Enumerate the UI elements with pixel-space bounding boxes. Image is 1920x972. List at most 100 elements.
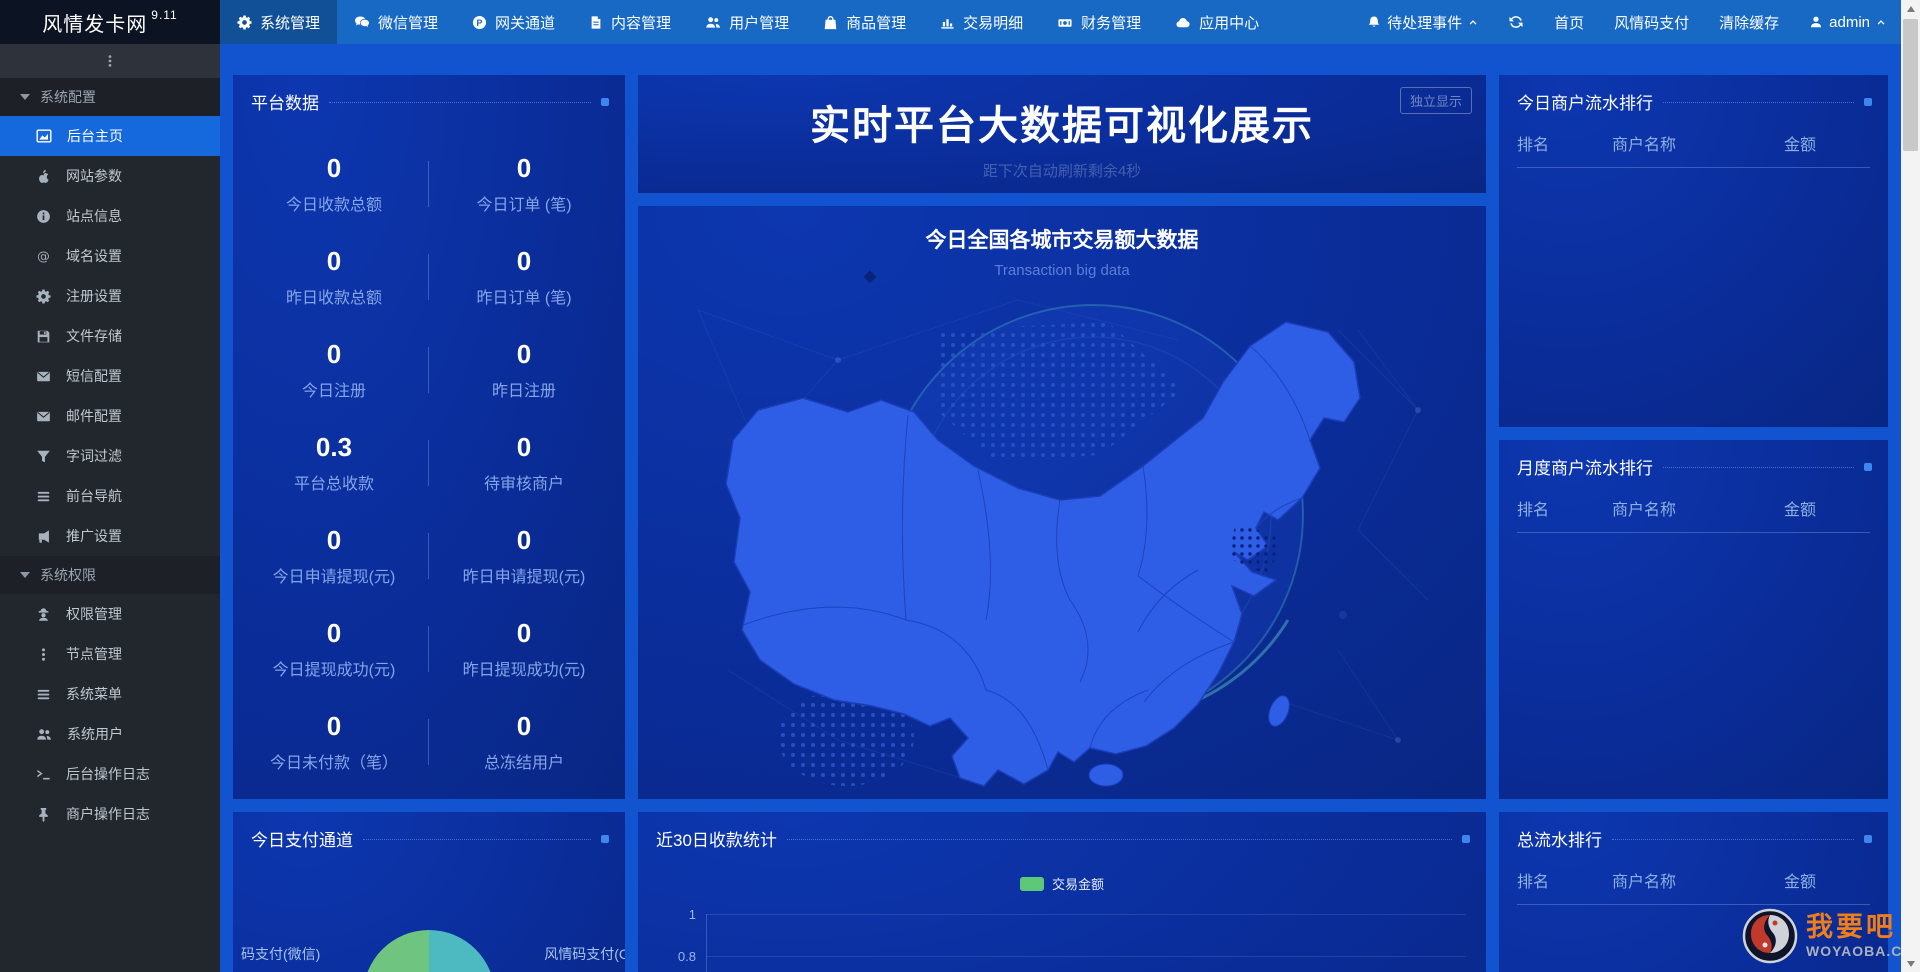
table-header-row: 排名 商户名称 金额 <box>1517 868 1870 892</box>
sidebar-item-site-params[interactable]: 网站参数 <box>0 156 220 196</box>
woyaoba-logo-icon <box>1742 908 1798 964</box>
stat-label: 今日提现成功(元) <box>273 656 396 680</box>
menu-gateway[interactable]: 网关通道 <box>455 0 572 44</box>
menu-finance[interactable]: 财务管理 <box>1040 0 1158 44</box>
cloud-icon <box>1175 15 1191 30</box>
map-panel: 今日全国各城市交易额大数据 Transaction big data <box>638 206 1486 799</box>
sidebar-item-site-info[interactable]: 站点信息 <box>0 196 220 236</box>
ellipsis-v-icon <box>36 647 51 662</box>
stat-item: 0昨日申请提现(元) <box>429 510 619 603</box>
sidebar-item-dashboard[interactable]: 后台主页 <box>0 116 220 156</box>
table-header-row: 排名 商户名称 金额 <box>1517 496 1870 520</box>
stat-label: 今日申请提现(元) <box>273 563 396 587</box>
vertical-scrollbar[interactable] <box>1901 0 1920 972</box>
menu-goods[interactable]: 商品管理 <box>806 0 923 44</box>
app-version: 9.11 <box>151 8 177 22</box>
scrollbar-thumb[interactable] <box>1903 19 1918 151</box>
section-label: 系统权限 <box>40 565 96 585</box>
col-amount: 金额 <box>1784 868 1870 892</box>
stat-label: 昨日收款总额 <box>286 284 382 308</box>
stat-value: 0 <box>517 618 531 649</box>
item-label: 推广设置 <box>66 526 122 546</box>
item-label: 系统用户 <box>67 724 123 744</box>
sidebar-collapse-toggle[interactable] <box>0 44 220 78</box>
megaphone-icon <box>36 529 51 544</box>
sidebar-item-admin-log[interactable]: 后台操作日志 <box>0 754 220 794</box>
menu-content[interactable]: 内容管理 <box>572 0 688 44</box>
item-label: 后台主页 <box>67 126 123 146</box>
menu-system[interactable]: 系统管理 <box>220 0 337 44</box>
stat-value: 0 <box>517 246 531 277</box>
menu-users[interactable]: 用户管理 <box>688 0 806 44</box>
sidebar-item-sys-users[interactable]: 系统用户 <box>0 714 220 754</box>
leader-dot <box>1864 98 1872 106</box>
filter-icon <box>36 449 51 464</box>
panel-title: 平台数据 <box>251 89 319 114</box>
menu-label: 微信管理 <box>378 12 438 33</box>
sidebar-section-system-perm[interactable]: 系统权限 <box>0 556 220 594</box>
y-axis-line <box>706 914 707 972</box>
stat-label: 昨日申请提现(元) <box>463 563 586 587</box>
content-icon <box>589 15 603 30</box>
menu-wechat[interactable]: 微信管理 <box>337 0 455 44</box>
item-label: 节点管理 <box>66 644 122 664</box>
gear-icon <box>237 15 252 30</box>
scroll-down-arrow[interactable] <box>1901 955 1920 972</box>
sidebar-item-front-nav[interactable]: 前台导航 <box>0 476 220 516</box>
item-label: 文件存储 <box>66 326 122 346</box>
scroll-up-arrow[interactable] <box>1901 0 1920 17</box>
stat-value: 0.3 <box>316 432 352 463</box>
clear-cache-button[interactable]: 清除缓存 <box>1704 0 1794 44</box>
sidebar-item-storage[interactable]: 文件存储 <box>0 316 220 356</box>
menu-icon <box>36 687 51 702</box>
user-dropdown[interactable]: admin <box>1794 0 1901 44</box>
sidebar-item-register[interactable]: 注册设置 <box>0 276 220 316</box>
platform-stats-panel: 平台数据 0今日收款总额 0今日订单 (笔) 0昨日收款总额 0昨日订单 (笔)… <box>233 75 625 799</box>
terminal-icon <box>36 767 51 782</box>
col-rank: 排名 <box>1517 131 1612 155</box>
sidebar-item-word-filter[interactable]: 字词过滤 <box>0 436 220 476</box>
item-label: 权限管理 <box>66 604 122 624</box>
col-merchant: 商户名称 <box>1612 496 1784 520</box>
sidebar-item-nodes[interactable]: 节点管理 <box>0 634 220 674</box>
gateway-icon <box>472 15 487 30</box>
sidebar-item-sms[interactable]: 短信配置 <box>0 356 220 396</box>
sidebar-item-merchant-log[interactable]: 商户操作日志 <box>0 794 220 834</box>
stat-value: 0 <box>327 246 341 277</box>
sidebar-item-permissions[interactable]: 权限管理 <box>0 594 220 634</box>
item-label: 商户操作日志 <box>66 804 150 824</box>
item-label: 邮件配置 <box>66 406 122 426</box>
pay-channel-pie-chart[interactable] <box>363 930 495 972</box>
home-link[interactable]: 首页 <box>1539 0 1599 44</box>
finance-icon <box>1057 15 1073 30</box>
stat-value: 0 <box>327 618 341 649</box>
stat-value: 0 <box>327 339 341 370</box>
caret-down-icon <box>20 94 30 100</box>
app-logo[interactable]: 风情发卡网 9.11 <box>0 0 220 44</box>
menu-label: 财务管理 <box>1081 12 1141 33</box>
pay-link[interactable]: 风情码支付 <box>1599 0 1704 44</box>
sidebar-section-system-config[interactable]: 系统配置 <box>0 78 220 116</box>
thirty-day-chart-panel: 近30日收款统计 交易金额 1 0.8 <box>638 812 1486 972</box>
panel-title: 今日支付通道 <box>251 826 353 851</box>
dotted-leader <box>1663 102 1854 103</box>
sidebar-item-mail[interactable]: 邮件配置 <box>0 396 220 436</box>
section-label: 系统配置 <box>40 87 96 107</box>
col-rank: 排名 <box>1517 496 1612 520</box>
stat-item: 0今日订单 (笔) <box>429 137 619 230</box>
sidebar-item-domain[interactable]: 域名设置 <box>0 236 220 276</box>
pending-events-dropdown[interactable]: 待处理事件 <box>1352 0 1493 44</box>
menu-transactions[interactable]: 交易明细 <box>923 0 1040 44</box>
refresh-countdown: 距下次自动刷新剩余4秒 <box>638 160 1486 181</box>
dotted-leader <box>1663 467 1854 468</box>
standalone-display-button[interactable]: 独立显示 <box>1400 87 1472 114</box>
envelope-icon <box>36 369 51 384</box>
stats-grid: 0今日收款总额 0今日订单 (笔) 0昨日收款总额 0昨日订单 (笔) 0今日注… <box>239 137 619 789</box>
chart-legend[interactable]: 交易金额 <box>1020 874 1104 893</box>
stat-label: 今日收款总额 <box>286 191 382 215</box>
china-map[interactable] <box>638 270 1486 799</box>
menu-appcenter[interactable]: 应用中心 <box>1158 0 1276 44</box>
sidebar-item-promo[interactable]: 推广设置 <box>0 516 220 556</box>
refresh-button[interactable] <box>1493 0 1539 44</box>
sidebar-item-sys-menu[interactable]: 系统菜单 <box>0 674 220 714</box>
